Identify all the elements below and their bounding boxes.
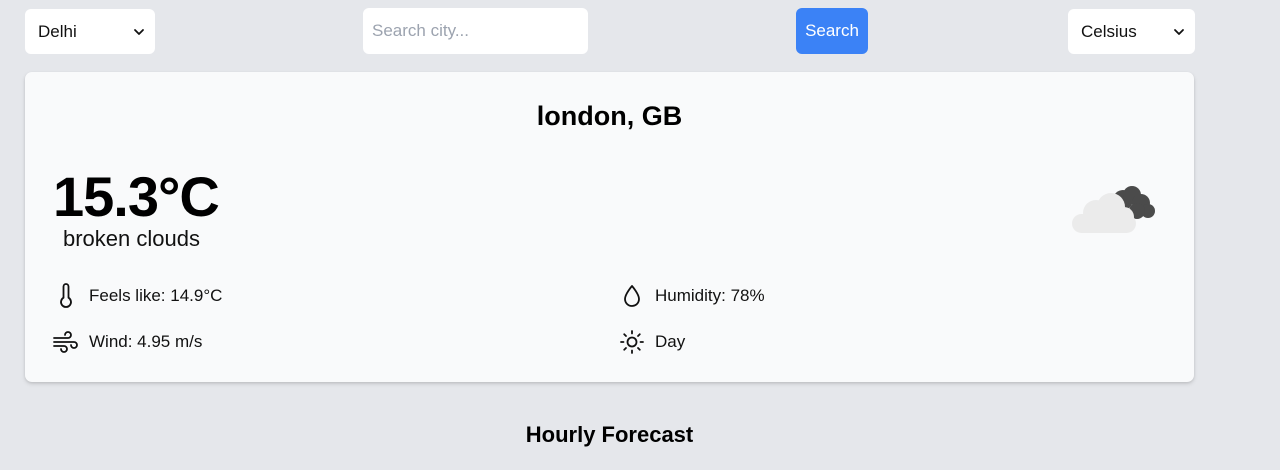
wind-detail: Wind: 4.95 m/s [53,329,202,355]
thermometer-icon [53,283,79,309]
humidity-detail: Humidity: 78% [619,283,765,309]
humidity-text: Humidity: 78% [655,286,765,305]
current-temperature: 15.3°C [53,165,220,228]
city-select[interactable]: Delhi [25,9,155,54]
unit-select[interactable]: Celsius [1068,9,1195,54]
chevron-down-icon [1174,28,1184,35]
weather-app: Delhi Search Celsius london, GB 15.3°C b… [0,0,1280,470]
sun-icon [619,329,645,355]
city-select-value: Delhi [38,21,77,41]
weather-condition: broken clouds [63,226,200,251]
hourly-forecast-heading: Hourly Forecast [525,422,694,447]
location-title: london, GB [536,101,683,131]
feels-like-text: Feels like: 14.9°C [89,286,223,305]
search-input[interactable] [363,8,588,54]
wind-text: Wind: 4.95 m/s [89,332,203,351]
current-weather-card: london, GB 15.3°C broken clouds Feels li… [25,72,1194,382]
broken-clouds-icon [1072,186,1155,233]
wind-icon [53,329,79,355]
unit-select-value: Celsius [1081,21,1137,41]
chevron-down-icon [134,28,144,35]
droplet-icon [619,283,645,309]
feels-like-detail: Feels like: 14.9°C [53,283,222,309]
day-night-detail: Day [619,329,685,355]
search-button[interactable]: Search [796,8,868,54]
day-night-text: Day [655,332,686,351]
